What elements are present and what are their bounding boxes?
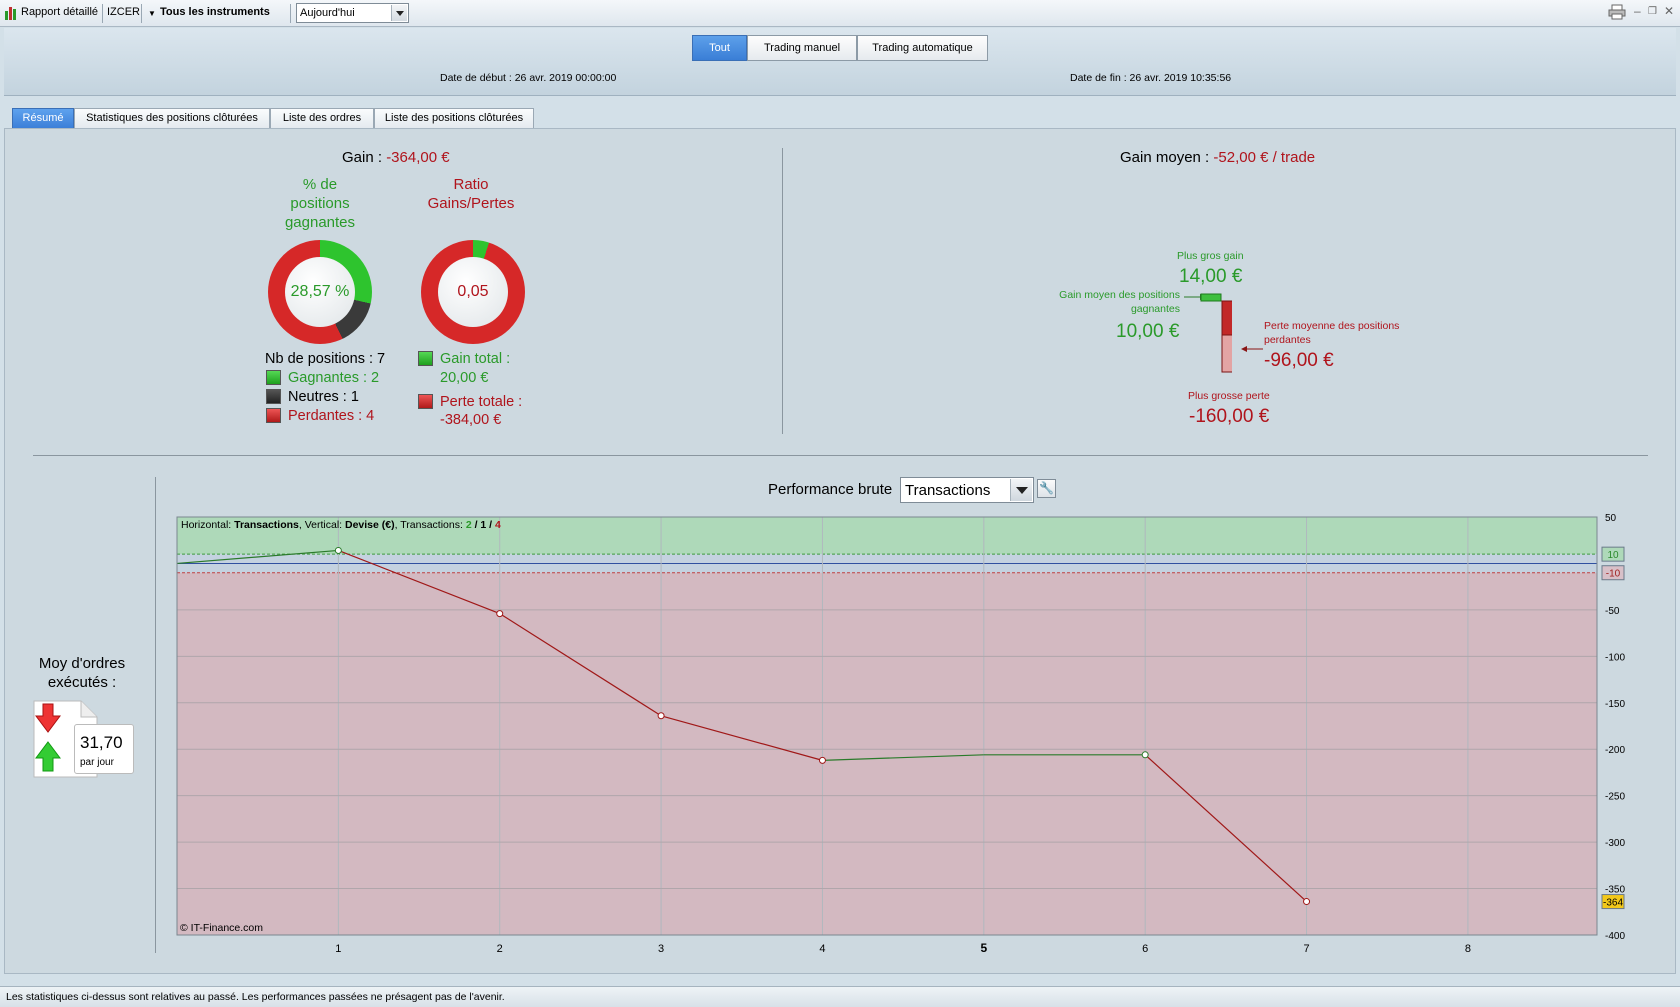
data-point [334, 546, 342, 554]
x-tick-label: 2 [497, 943, 503, 955]
y-tick-label: -350 [1605, 885, 1625, 896]
data-point [818, 756, 826, 764]
x-tick-label: 5 [980, 941, 987, 955]
x-tick-label: 6 [1142, 943, 1148, 955]
legend-loss-count: 4 [495, 519, 501, 531]
last-value-marker: -364 [1603, 898, 1623, 909]
disclaimer-text: Les statistiques ci-dessus sont relative… [6, 991, 505, 1003]
x-tick-label: 3 [658, 943, 664, 955]
x-tick-label: 8 [1465, 943, 1471, 955]
x-tick-label: 7 [1303, 943, 1309, 955]
x-tick-label: 4 [819, 943, 825, 955]
data-point [1141, 751, 1149, 759]
y-tick-label: -250 [1605, 792, 1625, 803]
loss-zone [177, 572, 1597, 935]
y-tick-label: -100 [1605, 652, 1625, 663]
legend-text: Horizontal: [181, 519, 235, 531]
performance-chart: 1 2 3 4 5 6 7 8 50 -50 -100 -150 -200 -250 -300 -350 -40… [176, 513, 1625, 955]
data-point [1303, 898, 1311, 906]
y-tick-label: -150 [1605, 699, 1625, 710]
legend-text: , Vertical: [298, 519, 345, 531]
legend-horizontal: Transactions [234, 519, 299, 531]
chart-copyright: © IT-Finance.com [180, 922, 264, 934]
y-tick-label: 50 [1605, 513, 1617, 524]
data-point [657, 712, 665, 720]
legend-vertical: Devise (€) [345, 519, 395, 531]
y-tick-label: -300 [1605, 838, 1625, 849]
legend-text: , Transactions: [394, 519, 466, 531]
y-tick-label: -50 [1605, 606, 1620, 617]
chart-legend: Horizontal: Transactions, Vertical: Devi… [181, 519, 501, 531]
upper-band-marker: 10 [1607, 550, 1619, 561]
status-bar: Les statistiques ci-dessus sont relative… [0, 986, 1680, 1007]
x-tick-label: 1 [335, 943, 341, 955]
y-tick-label: -400 [1605, 931, 1625, 942]
data-point [496, 610, 504, 618]
lower-band-marker: -10 [1606, 569, 1621, 580]
y-tick-label: -200 [1605, 745, 1625, 756]
